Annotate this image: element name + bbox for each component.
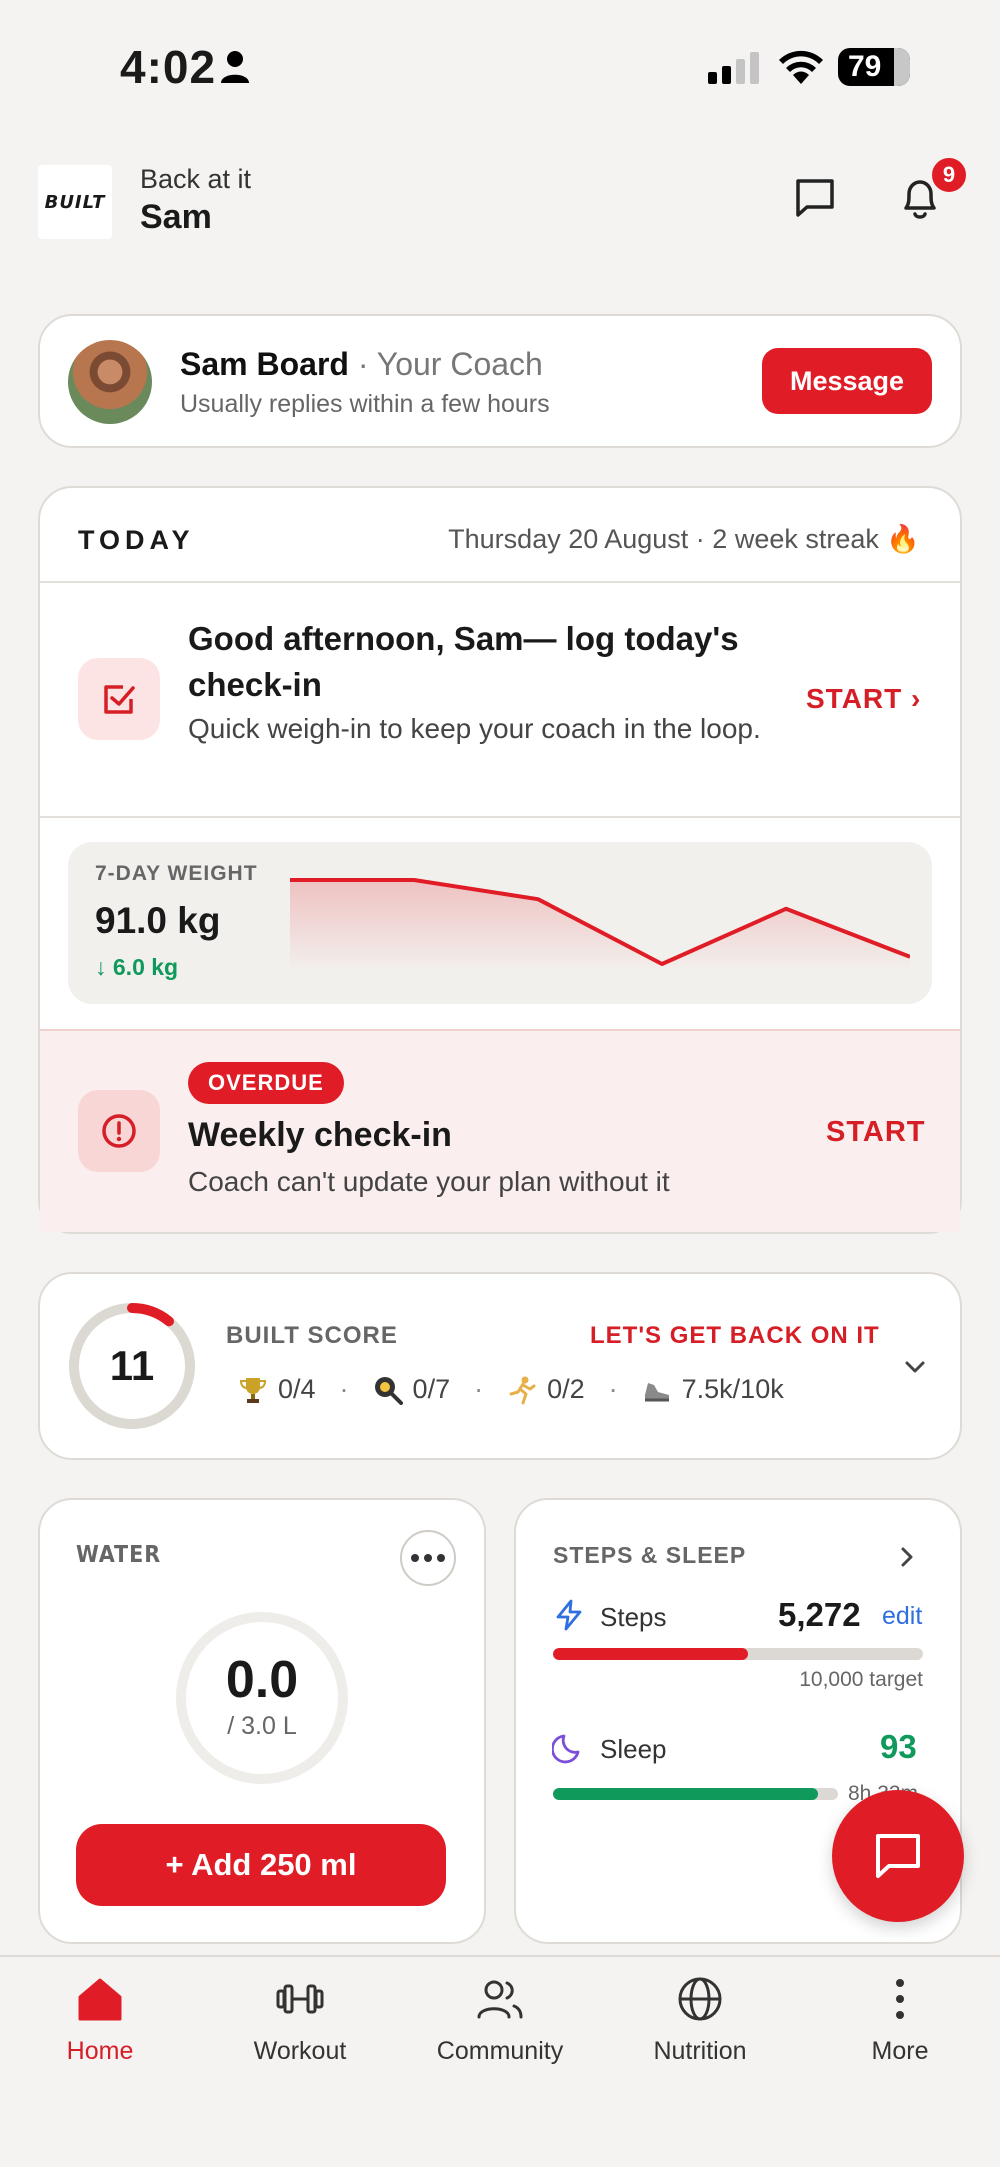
sneaker-icon <box>644 1382 669 1401</box>
date-streak: Thursday 20 August · 2 week streak 🔥 <box>448 524 920 554</box>
edit-steps-link[interactable]: edit <box>882 1602 922 1631</box>
weekly-checkin-title: Weekly check-in <box>188 1116 452 1154</box>
person-icon <box>221 51 249 83</box>
steps-sleep-label: STEPS & SLEEP <box>553 1542 747 1568</box>
more-vertical-icon <box>896 1979 904 2019</box>
score-cta: LET'S GET BACK ON IT <box>590 1322 880 1349</box>
battery-indicator: 79 <box>838 48 910 86</box>
runner-icon <box>509 1376 536 1404</box>
lightning-icon <box>556 1599 582 1631</box>
coach-name-line: Sam Board · Your Coach <box>180 346 543 383</box>
brand-logo: BUILT <box>38 165 112 239</box>
meals-count: 0/7 <box>412 1374 451 1404</box>
coach-avatar <box>68 340 152 424</box>
today-label: TODAY <box>78 525 195 555</box>
nav-more[interactable]: More <box>800 1975 1000 2066</box>
chat-fab-button[interactable] <box>832 1790 964 1922</box>
score-value: 11 <box>109 1342 155 1389</box>
weight-value: 91.0 kg <box>95 900 221 941</box>
user-name: Sam <box>140 198 212 236</box>
nav-community-label: Community <box>436 2037 564 2065</box>
add-water-button[interactable]: + Add 250 ml <box>76 1824 446 1906</box>
sparkline-area <box>290 880 910 972</box>
water-value: 0.0 <box>225 1651 299 1709</box>
alert-circle-icon <box>102 1114 136 1148</box>
globe-icon <box>678 1977 722 2021</box>
sleep-progress-fill <box>553 1788 819 1800</box>
nav-home[interactable]: Home <box>0 1975 200 2066</box>
chat-icon <box>876 1834 920 1878</box>
dumbbell-icon <box>276 1984 324 2014</box>
divider <box>40 581 960 583</box>
divider <box>40 816 960 818</box>
weight-sparkline <box>290 878 910 972</box>
weight-label: 7-DAY WEIGHT <box>95 862 258 885</box>
cellular-signal-icon <box>708 52 759 84</box>
checkin-title: Good afternoon, Sam— log today's check-i… <box>188 620 739 703</box>
chevron-down-icon[interactable] <box>902 1354 928 1380</box>
nav-nutrition[interactable]: Nutrition <box>600 1975 800 2066</box>
weekly-start-button[interactable]: START <box>826 1116 926 1149</box>
workouts-count: 0/4 <box>278 1374 316 1404</box>
pan-icon <box>374 1376 403 1405</box>
people-icon <box>477 1980 523 2019</box>
greeting-subtitle: Back at it <box>140 164 252 194</box>
water-label: WATER <box>76 1542 162 1568</box>
moon-icon <box>552 1734 580 1764</box>
sleep-score: 93 <box>880 1728 917 1765</box>
wifi-icon <box>779 50 823 84</box>
coach-role: Your Coach <box>376 346 543 382</box>
coach-name: Sam Board <box>180 346 349 382</box>
steps-target: 10,000 target <box>799 1668 923 1691</box>
notification-badge: 9 <box>930 156 968 194</box>
nav-community[interactable]: Community <box>400 1975 600 2066</box>
checkbox-icon <box>104 685 135 714</box>
logo-text: BUILT <box>44 191 106 213</box>
nav-workout[interactable]: Workout <box>200 1975 400 2066</box>
stats-separator: · <box>608 1374 618 1404</box>
steps-value: 5,272 <box>778 1596 861 1633</box>
coach-separator: · <box>357 346 369 382</box>
stats-separator: · <box>339 1374 349 1404</box>
message-coach-button[interactable]: Message <box>762 348 932 414</box>
home-icon <box>78 1978 122 2021</box>
nav-workout-label: Workout <box>253 2037 347 2065</box>
cardio-count: 0/2 <box>547 1374 585 1404</box>
steps-name: Steps <box>600 1602 667 1632</box>
checkin-subtitle: Quick weigh-in to keep your coach in the… <box>188 713 761 744</box>
trophy-icon <box>239 1377 267 1403</box>
weekly-checkin-subtitle: Coach can't update your plan without it <box>188 1166 670 1197</box>
steps-progress-bar <box>553 1648 923 1660</box>
stats-separator: · <box>474 1374 484 1404</box>
nav-nutrition-label: Nutrition <box>653 2037 747 2065</box>
checkin-start-button[interactable]: START › <box>806 683 921 715</box>
alert-icon-box <box>78 1090 160 1172</box>
water-target: / 3.0 L <box>227 1712 297 1740</box>
nav-home-label: Home <box>66 2037 134 2065</box>
chat-icon[interactable] <box>793 176 837 220</box>
steps-progress-fill <box>553 1648 749 1660</box>
score-label: BUILT SCORE <box>226 1322 398 1349</box>
status-time: 4:02 <box>120 41 217 93</box>
sleep-name: Sleep <box>600 1734 667 1764</box>
overdue-badge: OVERDUE <box>188 1062 344 1104</box>
weight-delta: ↓ 6.0 kg <box>95 954 179 980</box>
score-stats: 0/4 · 0/7 · 0/2 · 7.5k/10k <box>238 1374 784 1405</box>
nav-more-label: More <box>871 2037 929 2065</box>
steps-count: 7.5k/10k <box>681 1374 784 1404</box>
checkin-icon-box <box>78 658 160 740</box>
chevron-right-icon[interactable] <box>896 1544 918 1570</box>
water-options-button[interactable] <box>400 1530 456 1586</box>
coach-reply-note: Usually replies within a few hours <box>180 390 550 418</box>
weekly-checkin-row[interactable] <box>40 1029 960 1232</box>
sleep-progress-bar <box>553 1788 838 1800</box>
